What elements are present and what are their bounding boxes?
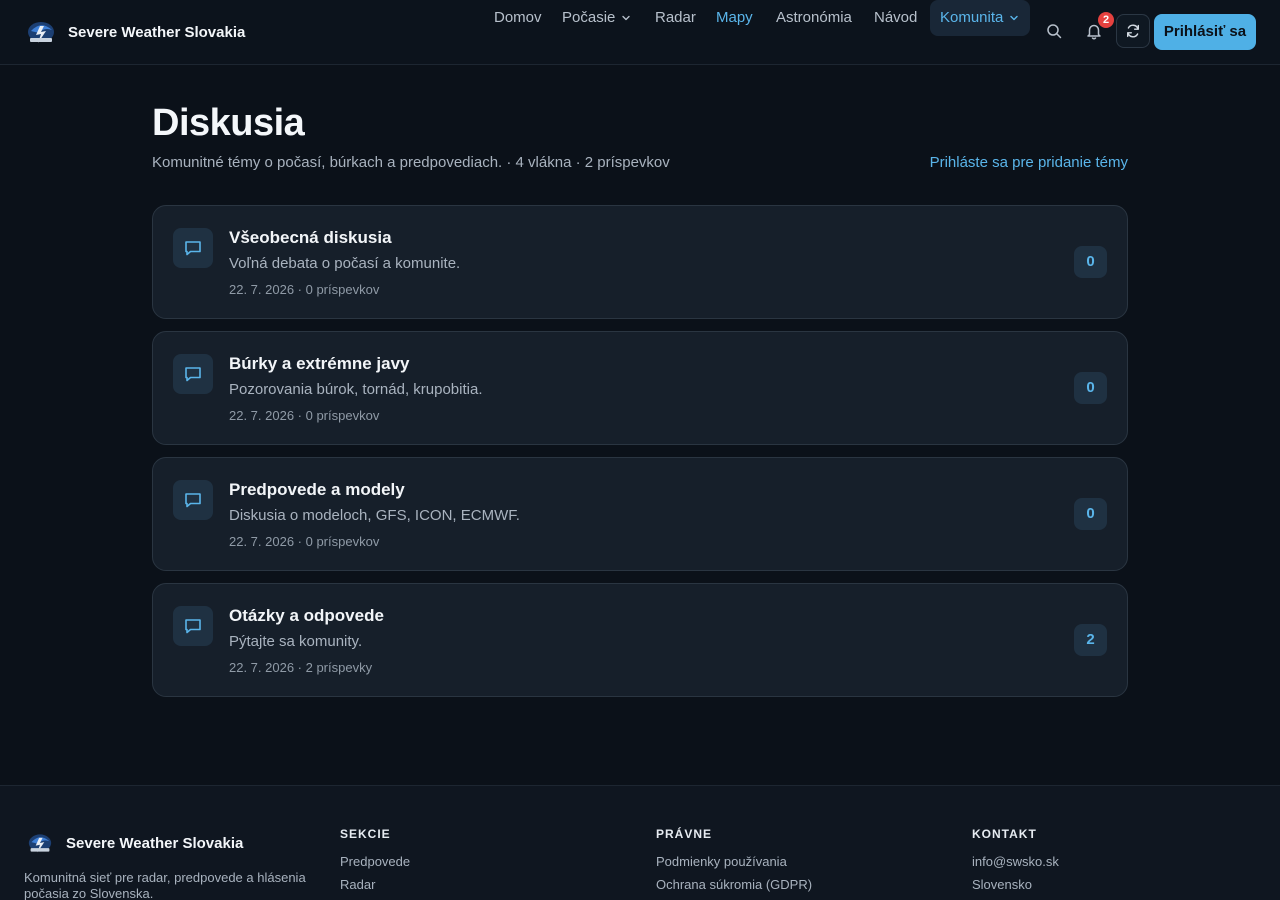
thread-icon-box (173, 354, 213, 394)
thread-post-count: 0 (1074, 246, 1107, 278)
chat-bubble-icon (185, 241, 201, 256)
thread-title: Všeobecná diskusia (229, 228, 392, 247)
thread-title: Búrky a extrémne javy (229, 354, 410, 373)
chat-bubble-icon (185, 493, 201, 508)
nav-community-label: Komunita (940, 9, 1004, 26)
storm-logo-icon (28, 22, 54, 43)
thread-card[interactable]: Otázky a odpovede Pýtajte sa komunity. 2… (152, 583, 1128, 697)
footer-contact-heading: KONTAKT (972, 827, 1037, 841)
nav-home[interactable]: Domov (494, 0, 542, 36)
refresh-button[interactable] (1116, 14, 1150, 48)
thread-icon-box (173, 480, 213, 520)
notification-badge: 2 (1098, 12, 1114, 28)
footer-sections-heading: SEKCIE (340, 827, 391, 841)
thread-meta: 22. 7. 2026 · 0 príspevkov (229, 534, 380, 549)
thread-description: Pozorovania búrok, tornád, krupobitia. (229, 381, 483, 398)
search-icon (1047, 24, 1062, 39)
chevron-down-icon (1010, 15, 1019, 21)
refresh-icon (1127, 24, 1139, 38)
thread-meta: 22. 7. 2026 · 2 príspevky (229, 660, 373, 675)
footer-sections-column: SEKCIE Predpovede Radar (340, 827, 410, 900)
top-navbar: Severe Weather Slovakia Domov Počasie Ra… (0, 0, 1280, 65)
thread-card[interactable]: Všeobecná diskusia Voľná debata o počasí… (152, 205, 1128, 319)
footer-brand-name: Severe Weather Slovakia (66, 834, 244, 852)
nav-weather[interactable]: Počasie (562, 0, 631, 36)
footer-legal-column: PRÁVNE Podmienky používania Ochrana súkr… (656, 827, 812, 900)
footer-link-privacy[interactable]: Ochrana súkromia (GDPR) (656, 877, 812, 892)
login-to-add-topic-link[interactable]: Prihláste sa pre pridanie témy (930, 154, 1128, 171)
page-subtitle: Komunitné témy o počasí, búrkach a predp… (152, 154, 670, 171)
footer-link-terms[interactable]: Podmienky používania (656, 854, 812, 869)
footer-link-email[interactable]: info@swsko.sk (972, 854, 1059, 869)
thread-title: Otázky a odpovede (229, 606, 384, 625)
footer-link-forecasts[interactable]: Predpovede (340, 854, 410, 869)
thread-card[interactable]: Predpovede a modely Diskusia o modeloch,… (152, 457, 1128, 571)
thread-icon-box (173, 228, 213, 268)
nav-astronomy[interactable]: Astronómia (776, 0, 852, 36)
nav-weather-label: Počasie (562, 9, 616, 26)
thread-meta: 22. 7. 2026 · 0 príspevkov (229, 408, 380, 423)
thread-title: Predpovede a modely (229, 480, 405, 499)
footer-link-radar[interactable]: Radar (340, 877, 410, 892)
brand-name: Severe Weather Slovakia (68, 23, 246, 41)
nav-community-dropdown[interactable]: Komunita (930, 0, 1030, 36)
chat-bubble-icon (185, 367, 201, 382)
thread-card[interactable]: Búrky a extrémne javy Pozorovania búrok,… (152, 331, 1128, 445)
nav-maps[interactable]: Mapy (716, 0, 753, 36)
thread-icon-box (173, 606, 213, 646)
brand-link[interactable]: Severe Weather Slovakia (26, 18, 245, 46)
thread-post-count: 0 (1074, 372, 1107, 404)
thread-description: Pýtajte sa komunity. (229, 633, 363, 650)
thread-description: Diskusia o modeloch, GFS, ICON, ECMWF. (229, 507, 520, 524)
thread-post-count: 2 (1074, 624, 1107, 656)
chevron-down-icon (622, 15, 631, 21)
footer: Severe Weather Slovakia Komunitná sieť p… (0, 785, 1280, 900)
chat-bubble-icon (185, 619, 201, 634)
footer-legal-heading: PRÁVNE (656, 827, 713, 841)
footer-location: Slovensko (972, 877, 1032, 892)
thread-meta: 22. 7. 2026 · 0 príspevkov (229, 282, 380, 297)
nav-guide[interactable]: Návod (874, 0, 917, 36)
thread-post-count: 0 (1074, 498, 1107, 530)
search-button[interactable] (1037, 14, 1071, 48)
footer-description: Komunitná sieť pre radar, predpovede a h… (24, 870, 306, 900)
nav-radar[interactable]: Radar (655, 0, 696, 36)
page-title: Diskusia (152, 102, 305, 144)
footer-brand[interactable]: Severe Weather Slovakia (26, 831, 243, 855)
thread-description: Voľná debata o počasí a komunite. (229, 255, 461, 272)
footer-contact-column: KONTAKT info@swsko.sk Slovensko (972, 827, 1059, 900)
login-button[interactable]: Prihlásiť sa (1154, 14, 1256, 50)
storm-logo-icon (28, 834, 52, 853)
